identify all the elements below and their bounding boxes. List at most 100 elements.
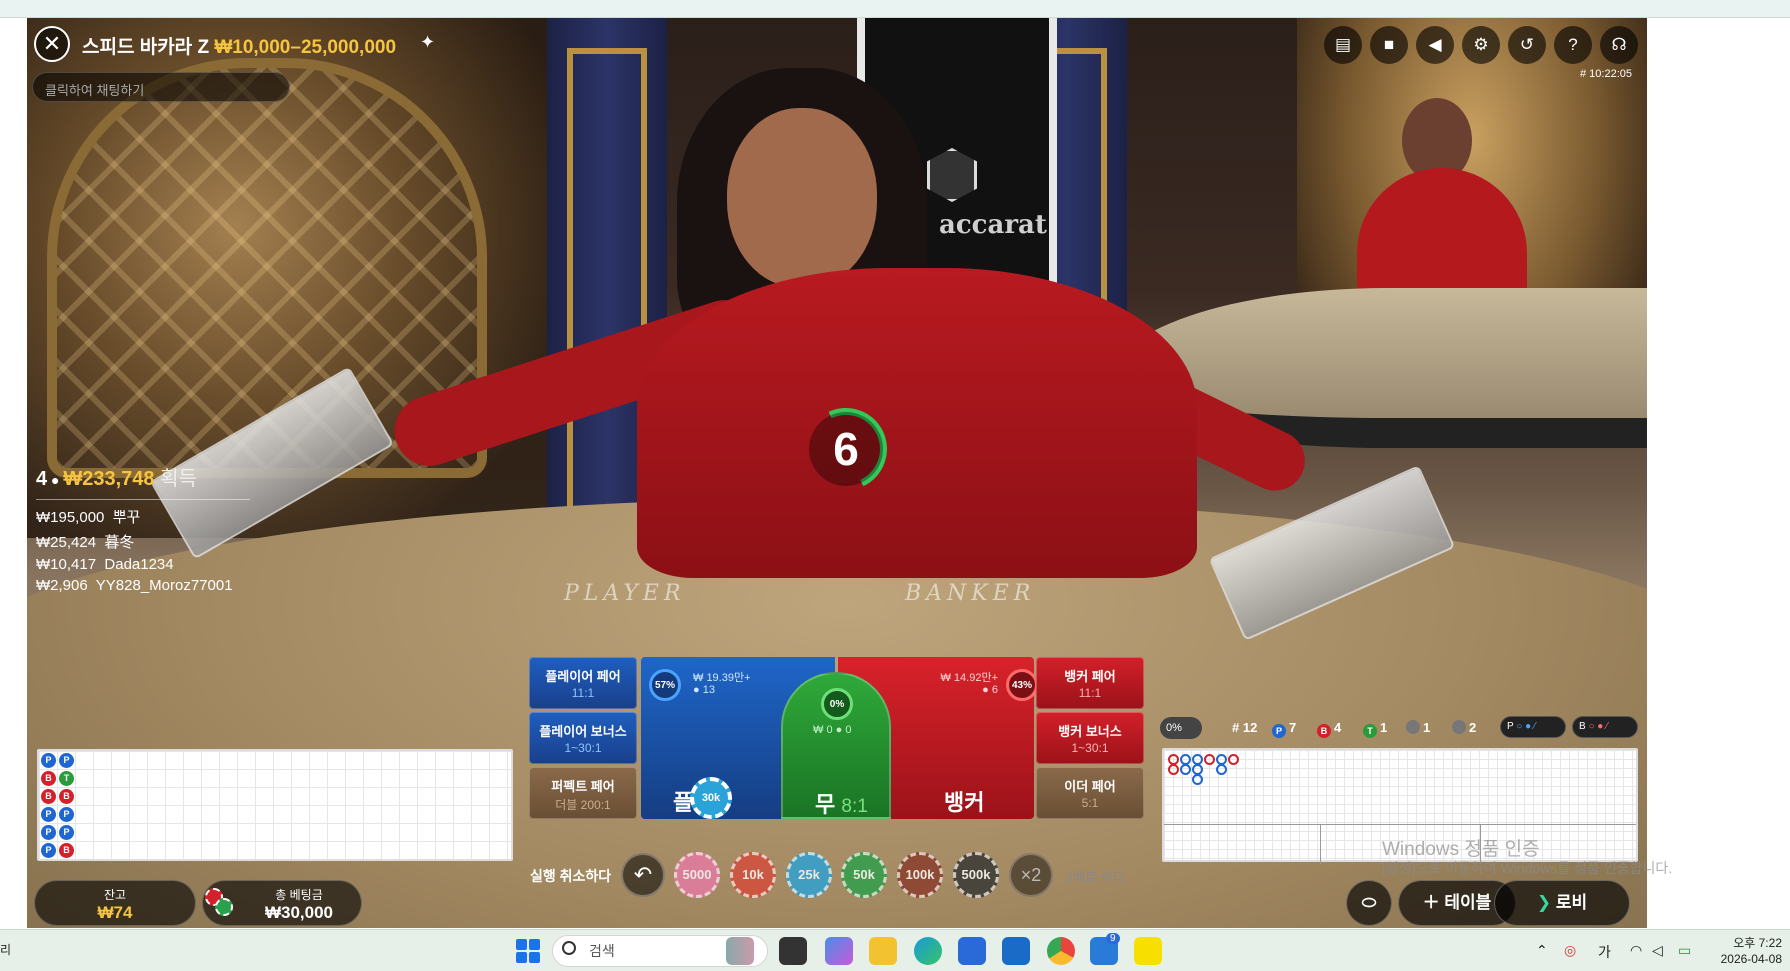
banker-pair-bet[interactable]: 뱅커 페어 11:1 bbox=[1036, 657, 1144, 709]
favorite-pin-icon[interactable]: ✦ bbox=[420, 32, 435, 53]
help-icon[interactable]: ? bbox=[1554, 26, 1592, 64]
chip-stack-icon bbox=[205, 888, 237, 920]
person-icon: ● bbox=[693, 684, 703, 696]
task-view-icon[interactable] bbox=[779, 937, 807, 965]
winner-name: 뿌꾸 bbox=[112, 509, 141, 526]
road-mark bbox=[1204, 754, 1215, 765]
banker-label: 뱅커 bbox=[944, 790, 985, 815]
winner-row: ₩195,000 뿌꾸 bbox=[36, 506, 250, 527]
chip-5000[interactable]: 5000 bbox=[674, 852, 720, 898]
bead-P: P bbox=[41, 825, 56, 840]
winners-count: 4 bbox=[36, 468, 48, 490]
player-wins-value: 7 bbox=[1289, 720, 1297, 735]
rounds-count: # 12 bbox=[1232, 720, 1258, 735]
road-divider bbox=[1320, 824, 1321, 864]
start-button[interactable] bbox=[516, 939, 540, 963]
teams-icon[interactable]: 9 bbox=[1090, 933, 1120, 965]
player-bonus-bet[interactable]: 플레이어 보너스 1~30:1 bbox=[529, 712, 637, 764]
road-mark bbox=[1228, 754, 1239, 765]
security-icon[interactable]: ◎ bbox=[1564, 942, 1576, 959]
chip-50k[interactable]: 50k bbox=[841, 852, 887, 898]
chip-10k[interactable]: 10k bbox=[730, 852, 776, 898]
m365-icon[interactable] bbox=[825, 937, 853, 965]
support-headset-icon[interactable]: ☊ bbox=[1600, 26, 1638, 64]
chip-25k[interactable]: 25k bbox=[786, 852, 832, 898]
dealer-face bbox=[727, 108, 877, 288]
clock-date: 2026-04-08 bbox=[1720, 952, 1782, 966]
player-amount: ₩ 19.39만+ bbox=[693, 672, 751, 684]
history-icon[interactable]: ↺ bbox=[1508, 26, 1546, 64]
outlook-icon[interactable] bbox=[1002, 937, 1030, 965]
player-percent: 57% bbox=[649, 669, 681, 701]
undo-button[interactable]: ↶ bbox=[621, 853, 665, 897]
total-bet-label: 총 베팅금 bbox=[275, 888, 323, 902]
taskbar-clock[interactable]: 오후 7:22 2026-04-08 bbox=[1720, 935, 1782, 967]
bet-label: 퍼펙트 페어 bbox=[551, 779, 615, 794]
bet-label: 플레이어 보너스 bbox=[539, 724, 627, 739]
person-icon: ● bbox=[47, 472, 64, 488]
battery-icon[interactable]: ▭ bbox=[1678, 942, 1691, 959]
player-pair-bet[interactable]: 플레이어 페어 11:1 bbox=[529, 657, 637, 709]
notification-badge: 9 bbox=[1106, 933, 1120, 944]
double-button[interactable]: ×2 bbox=[1009, 853, 1053, 897]
wifi-icon[interactable]: ◠ bbox=[1630, 942, 1642, 959]
either-pair-bet[interactable]: 이더 페어 5:1 bbox=[1036, 767, 1144, 819]
display-mode-button[interactable]: ⬭ bbox=[1346, 880, 1392, 926]
chip-100k[interactable]: 100k bbox=[897, 852, 943, 898]
road-divider bbox=[1164, 824, 1636, 825]
tie-label: 무 8:1 bbox=[815, 787, 868, 819]
prediction-icons: ○ ● ⁄ bbox=[1588, 721, 1608, 732]
banker-bonus-bet[interactable]: 뱅커 보너스 1~30:1 bbox=[1036, 712, 1144, 764]
chrome-icon[interactable] bbox=[1047, 937, 1075, 965]
tie-bet[interactable]: 0% ₩ 0 ● 0 무 8:1 bbox=[781, 672, 891, 819]
kakaotalk-icon[interactable] bbox=[1134, 937, 1162, 965]
tray-overflow-icon[interactable]: ⌃ bbox=[1536, 942, 1548, 959]
settings-gear-icon[interactable]: ⚙ bbox=[1462, 26, 1500, 64]
bet-label: 뱅커 페어 bbox=[1064, 669, 1116, 684]
bet-label: 뱅커 보너스 bbox=[1058, 724, 1122, 739]
store-icon[interactable] bbox=[958, 937, 986, 965]
baccarat-sign: accarat bbox=[939, 210, 1047, 240]
bet-odds: 더블 200:1 bbox=[555, 798, 611, 812]
player-prediction[interactable]: P ○ ● ⁄ bbox=[1500, 716, 1566, 738]
plus-icon: ＋ bbox=[1422, 893, 1445, 912]
bead-B: B bbox=[41, 789, 56, 804]
player-count: ● 13 bbox=[693, 684, 715, 696]
undo-label: 실행 취소하다 bbox=[530, 868, 612, 884]
file-explorer-icon[interactable] bbox=[869, 937, 897, 965]
lobby-button[interactable]: ❯ 로비 bbox=[1494, 880, 1630, 926]
banker-prediction[interactable]: B ○ ● ⁄ bbox=[1572, 716, 1638, 738]
edge-icon[interactable] bbox=[914, 937, 942, 965]
banker-count-value: 6 bbox=[991, 684, 998, 696]
road-mark bbox=[1180, 764, 1191, 775]
volume-icon[interactable]: ◀ bbox=[1416, 26, 1454, 64]
divider bbox=[36, 499, 250, 500]
road-mark bbox=[1192, 774, 1203, 785]
chip-500k[interactable]: 500k bbox=[953, 852, 999, 898]
bead-P: P bbox=[41, 843, 56, 858]
display-mode-icon: ⬭ bbox=[1361, 893, 1377, 912]
winner-amount: ₩195,000 bbox=[36, 509, 105, 526]
winners-header: 4 ● ₩233,748 획득 bbox=[36, 462, 250, 491]
chat-toggle-icon[interactable]: ▤ bbox=[1324, 26, 1362, 64]
table-print-banker: BANKER bbox=[905, 581, 1036, 606]
placed-chip: 30k bbox=[690, 777, 732, 819]
close-button[interactable]: ✕ bbox=[34, 26, 70, 62]
chat-input[interactable]: 클릭하여 채팅하기 bbox=[32, 72, 290, 102]
ime-indicator[interactable]: 가 bbox=[1598, 942, 1611, 962]
bead-road[interactable]: PPBTBBPPPPPB bbox=[37, 749, 513, 861]
tie-label-text: 무 bbox=[815, 792, 836, 817]
winner-name: YY828_Moroz77001 bbox=[95, 577, 233, 594]
perfect-pair-bet[interactable]: 퍼펙트 페어 더블 200:1 bbox=[529, 767, 637, 819]
search-highlight-icon bbox=[726, 937, 754, 965]
tie-wins-value: 1 bbox=[1380, 720, 1388, 735]
speaker-icon[interactable]: ◁ bbox=[1652, 942, 1663, 959]
tables-label: 테이블 bbox=[1444, 893, 1492, 912]
winner-name: 暮冬 bbox=[104, 534, 135, 551]
browser-top-strip bbox=[0, 0, 1790, 18]
tie-odds: 8:1 bbox=[841, 796, 868, 817]
prediction-icons: ○ ● ⁄ bbox=[1516, 721, 1536, 732]
video-icon[interactable]: ■ bbox=[1370, 26, 1408, 64]
tie-amount: ₩ 0 bbox=[813, 724, 833, 736]
player-pair-count: 1 bbox=[1406, 720, 1430, 735]
